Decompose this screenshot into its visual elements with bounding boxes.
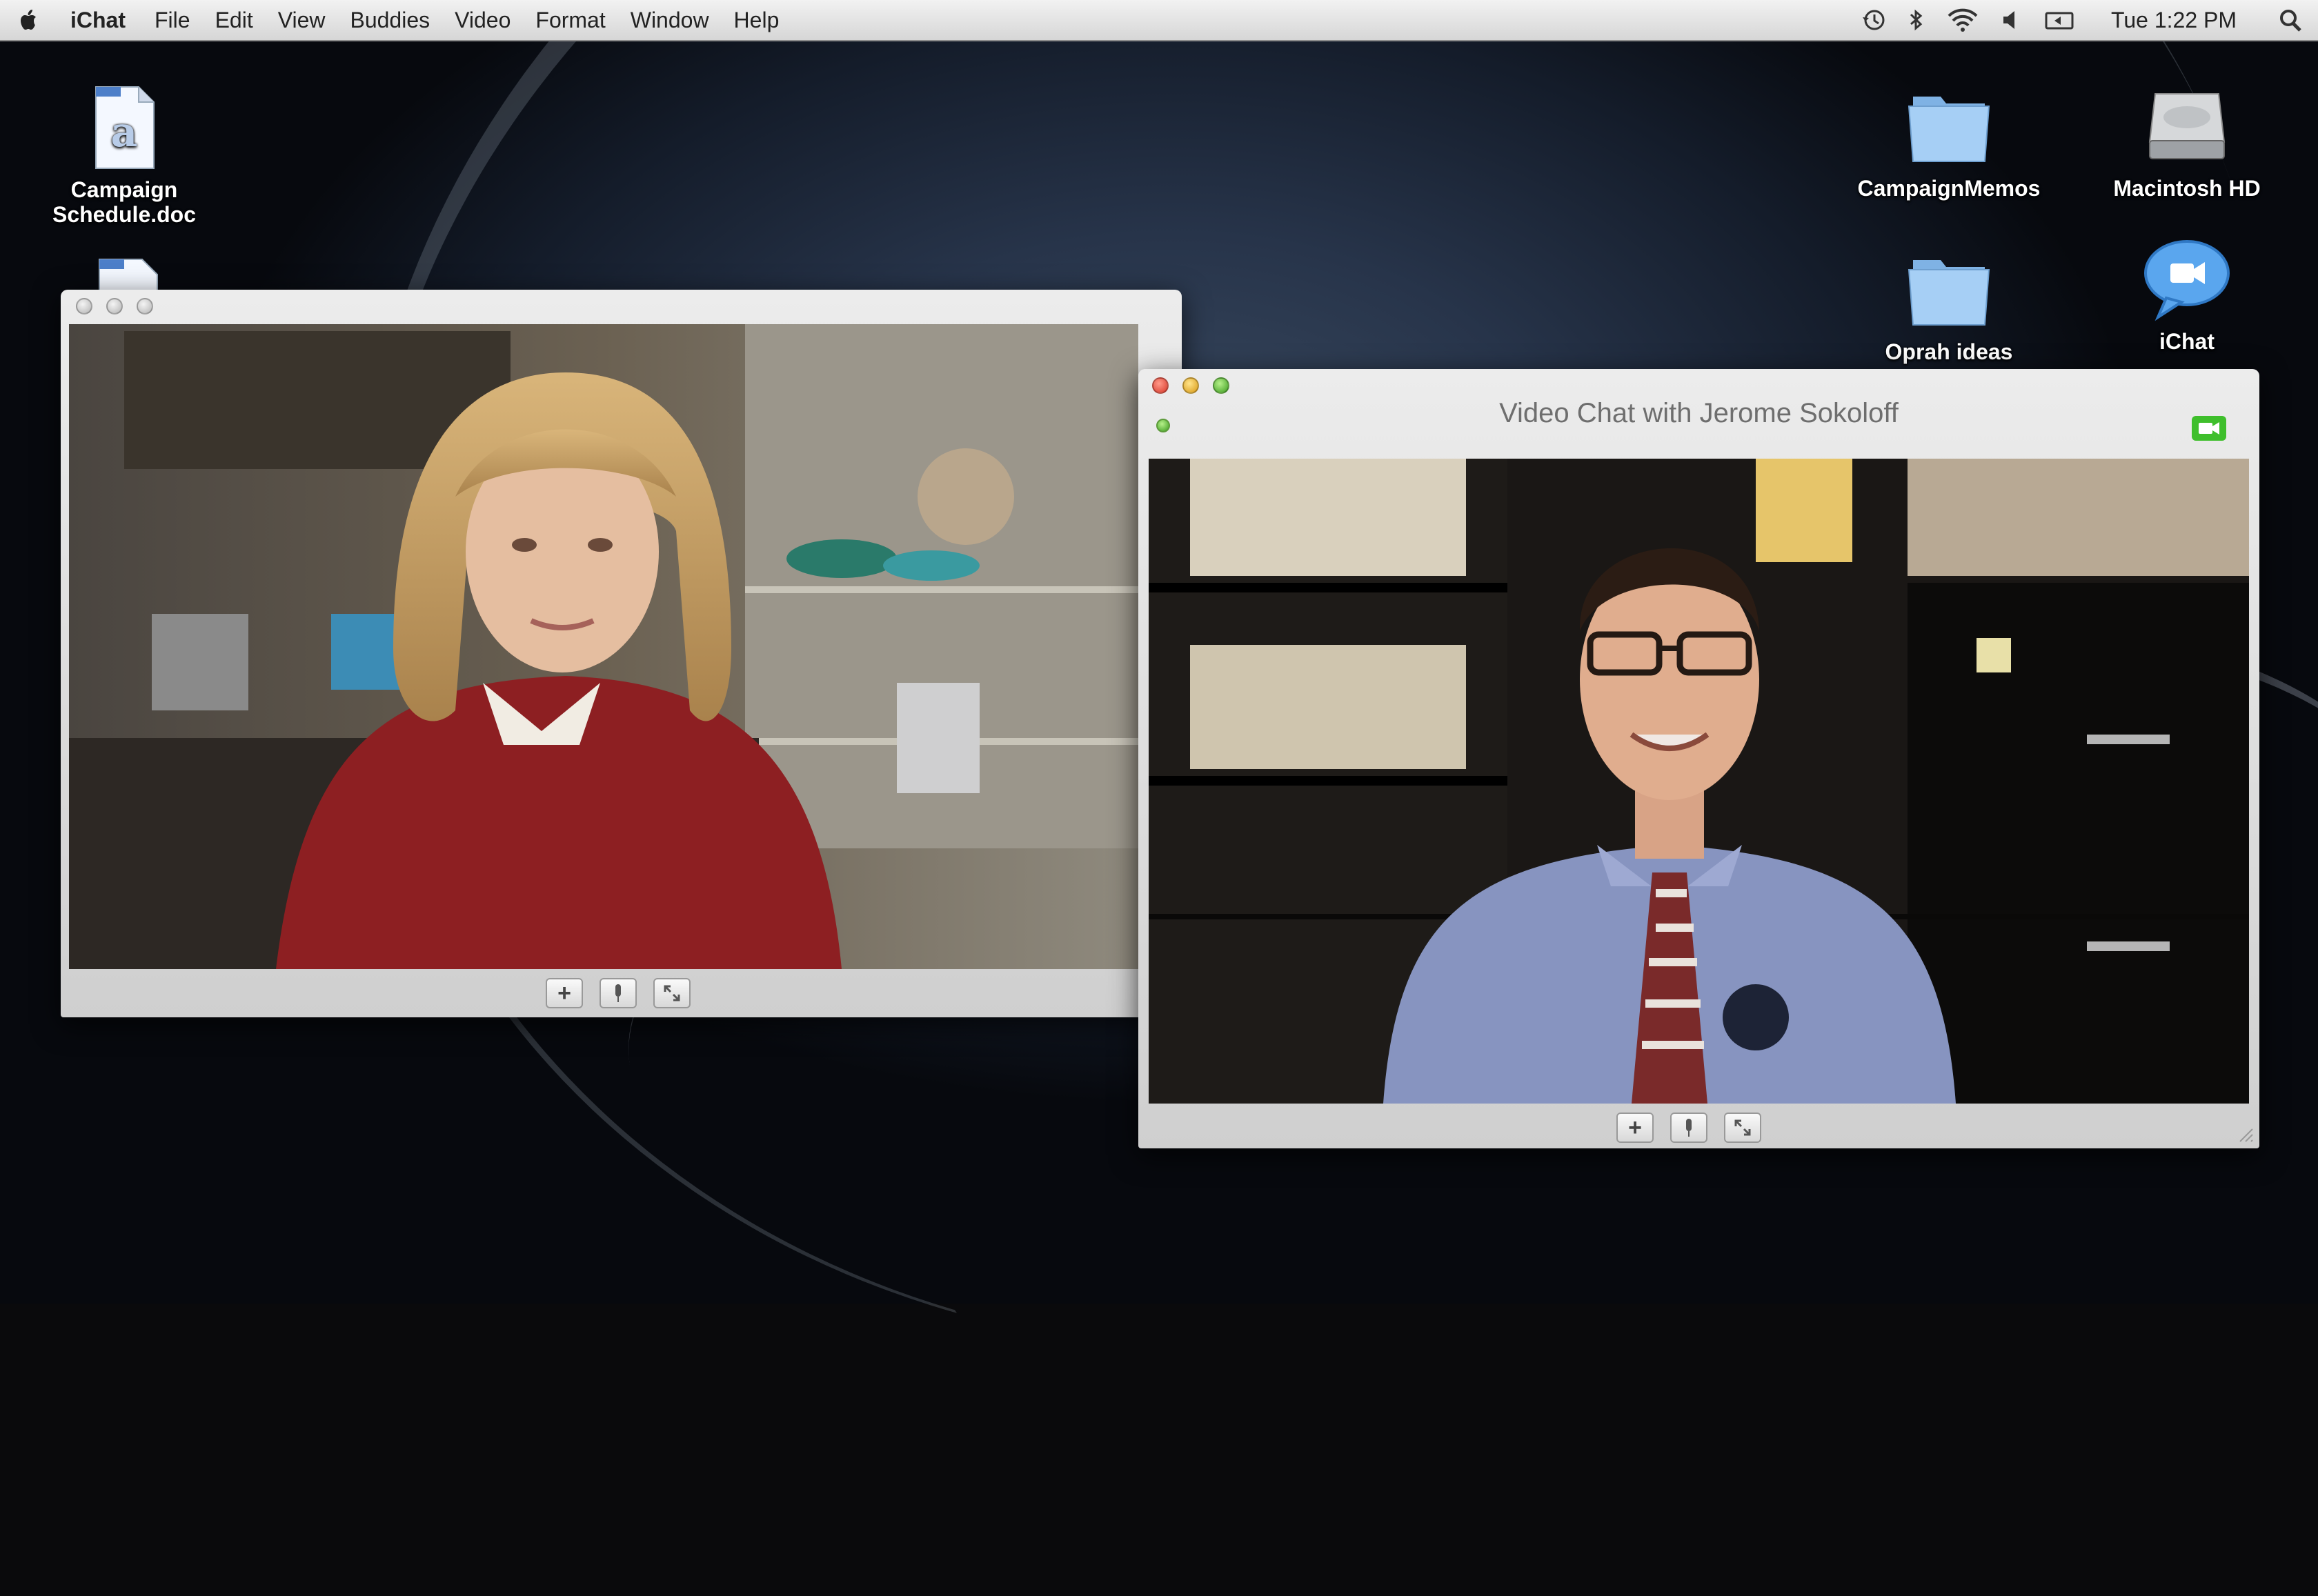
zoom-button[interactable] (137, 298, 153, 315)
fullscreen-button[interactable] (1724, 1113, 1761, 1143)
spotlight-search-icon[interactable] (2278, 0, 2303, 40)
status-menus: Tue 1:22 PM (1839, 0, 2318, 40)
minimize-button[interactable] (106, 298, 123, 315)
menu-file[interactable]: File (155, 8, 190, 33)
minimize-button[interactable] (1182, 377, 1199, 394)
desktop-icon-label: Schedule.doc (52, 202, 197, 227)
bluetooth-icon[interactable] (1908, 0, 1925, 40)
folder-icon (1908, 97, 1990, 162)
fullscreen-icon (664, 985, 680, 1001)
wifi-icon[interactable] (1945, 0, 1980, 40)
word-document-icon: a (95, 86, 155, 169)
window-title: Video Chat with Jerome Sokoloff (1499, 398, 1899, 428)
menu-view[interactable]: View (278, 8, 326, 33)
close-button[interactable] (76, 298, 92, 315)
fullscreen-button[interactable] (653, 978, 691, 1008)
video-status-button[interactable] (2192, 416, 2226, 441)
folder-icon (1908, 260, 1990, 326)
desktop-icon-label: Campaign (70, 177, 178, 202)
video-image (69, 324, 1138, 969)
word-document-icon (99, 259, 158, 290)
apple-menu-icon[interactable] (15, 6, 43, 34)
video-image (1149, 459, 2249, 1104)
desktop-file-partially-hidden[interactable] (90, 255, 166, 290)
menu-window[interactable]: Window (631, 8, 709, 33)
video-camera-icon (2199, 422, 2219, 435)
window-controls (1152, 377, 1243, 394)
display-mirroring-icon[interactable] (2042, 0, 2077, 40)
ichat-icon (2144, 240, 2230, 321)
mute-button[interactable] (600, 978, 637, 1008)
video-chat-window: Video Chat with Jerome Sokoloff + (1138, 369, 2259, 1148)
window-controls (76, 298, 167, 315)
menu-help[interactable]: Help (734, 8, 780, 33)
menu-format[interactable]: Format (535, 8, 605, 33)
desktop-file-campaign-schedule[interactable]: a Campaign Schedule.doc (41, 83, 207, 227)
desktop-icon-label: Oprah ideas (1885, 339, 2013, 364)
buddy-status-indicator (1156, 419, 1170, 432)
desktop-icon-label: Macintosh HD (2113, 176, 2261, 201)
time-machine-icon[interactable] (1860, 0, 1888, 40)
svg-text:a: a (111, 108, 138, 157)
hard-drive-icon (2148, 93, 2226, 159)
desktop-folder-campaignmemos[interactable]: CampaignMemos (1835, 74, 2063, 201)
desktop-icon-label: iChat (2159, 329, 2215, 354)
self-video-feed (69, 324, 1138, 969)
add-participant-button[interactable]: + (546, 978, 583, 1008)
microphone-icon (615, 984, 621, 1002)
menu-edit[interactable]: Edit (215, 8, 253, 33)
zoom-button[interactable] (1213, 377, 1229, 394)
menu-bar: iChat File Edit View Buddies Video Forma… (0, 0, 2318, 41)
add-participant-button[interactable]: + (1616, 1113, 1654, 1143)
menu-clock[interactable]: Tue 1:22 PM (2111, 8, 2237, 33)
desktop-drive-macintosh-hd[interactable]: Macintosh HD (2080, 74, 2294, 201)
close-button[interactable] (1152, 377, 1169, 394)
microphone-icon (1686, 1119, 1692, 1137)
desktop-folder-oprah-ideas[interactable]: Oprah ideas (1835, 238, 2063, 364)
resize-grip-icon[interactable] (2233, 1122, 2254, 1143)
remote-video-feed (1149, 459, 2249, 1104)
fullscreen-icon (1734, 1119, 1751, 1136)
menu-app-ichat[interactable]: iChat (70, 8, 126, 33)
menu-video[interactable]: Video (455, 8, 511, 33)
desktop-app-ichat[interactable]: iChat (2080, 235, 2294, 354)
desktop-icon-label: CampaignMemos (1857, 176, 2041, 201)
mute-button[interactable] (1670, 1113, 1707, 1143)
self-video-window: + (61, 290, 1182, 1017)
volume-icon[interactable] (2001, 0, 2021, 40)
menu-buddies[interactable]: Buddies (350, 8, 430, 33)
